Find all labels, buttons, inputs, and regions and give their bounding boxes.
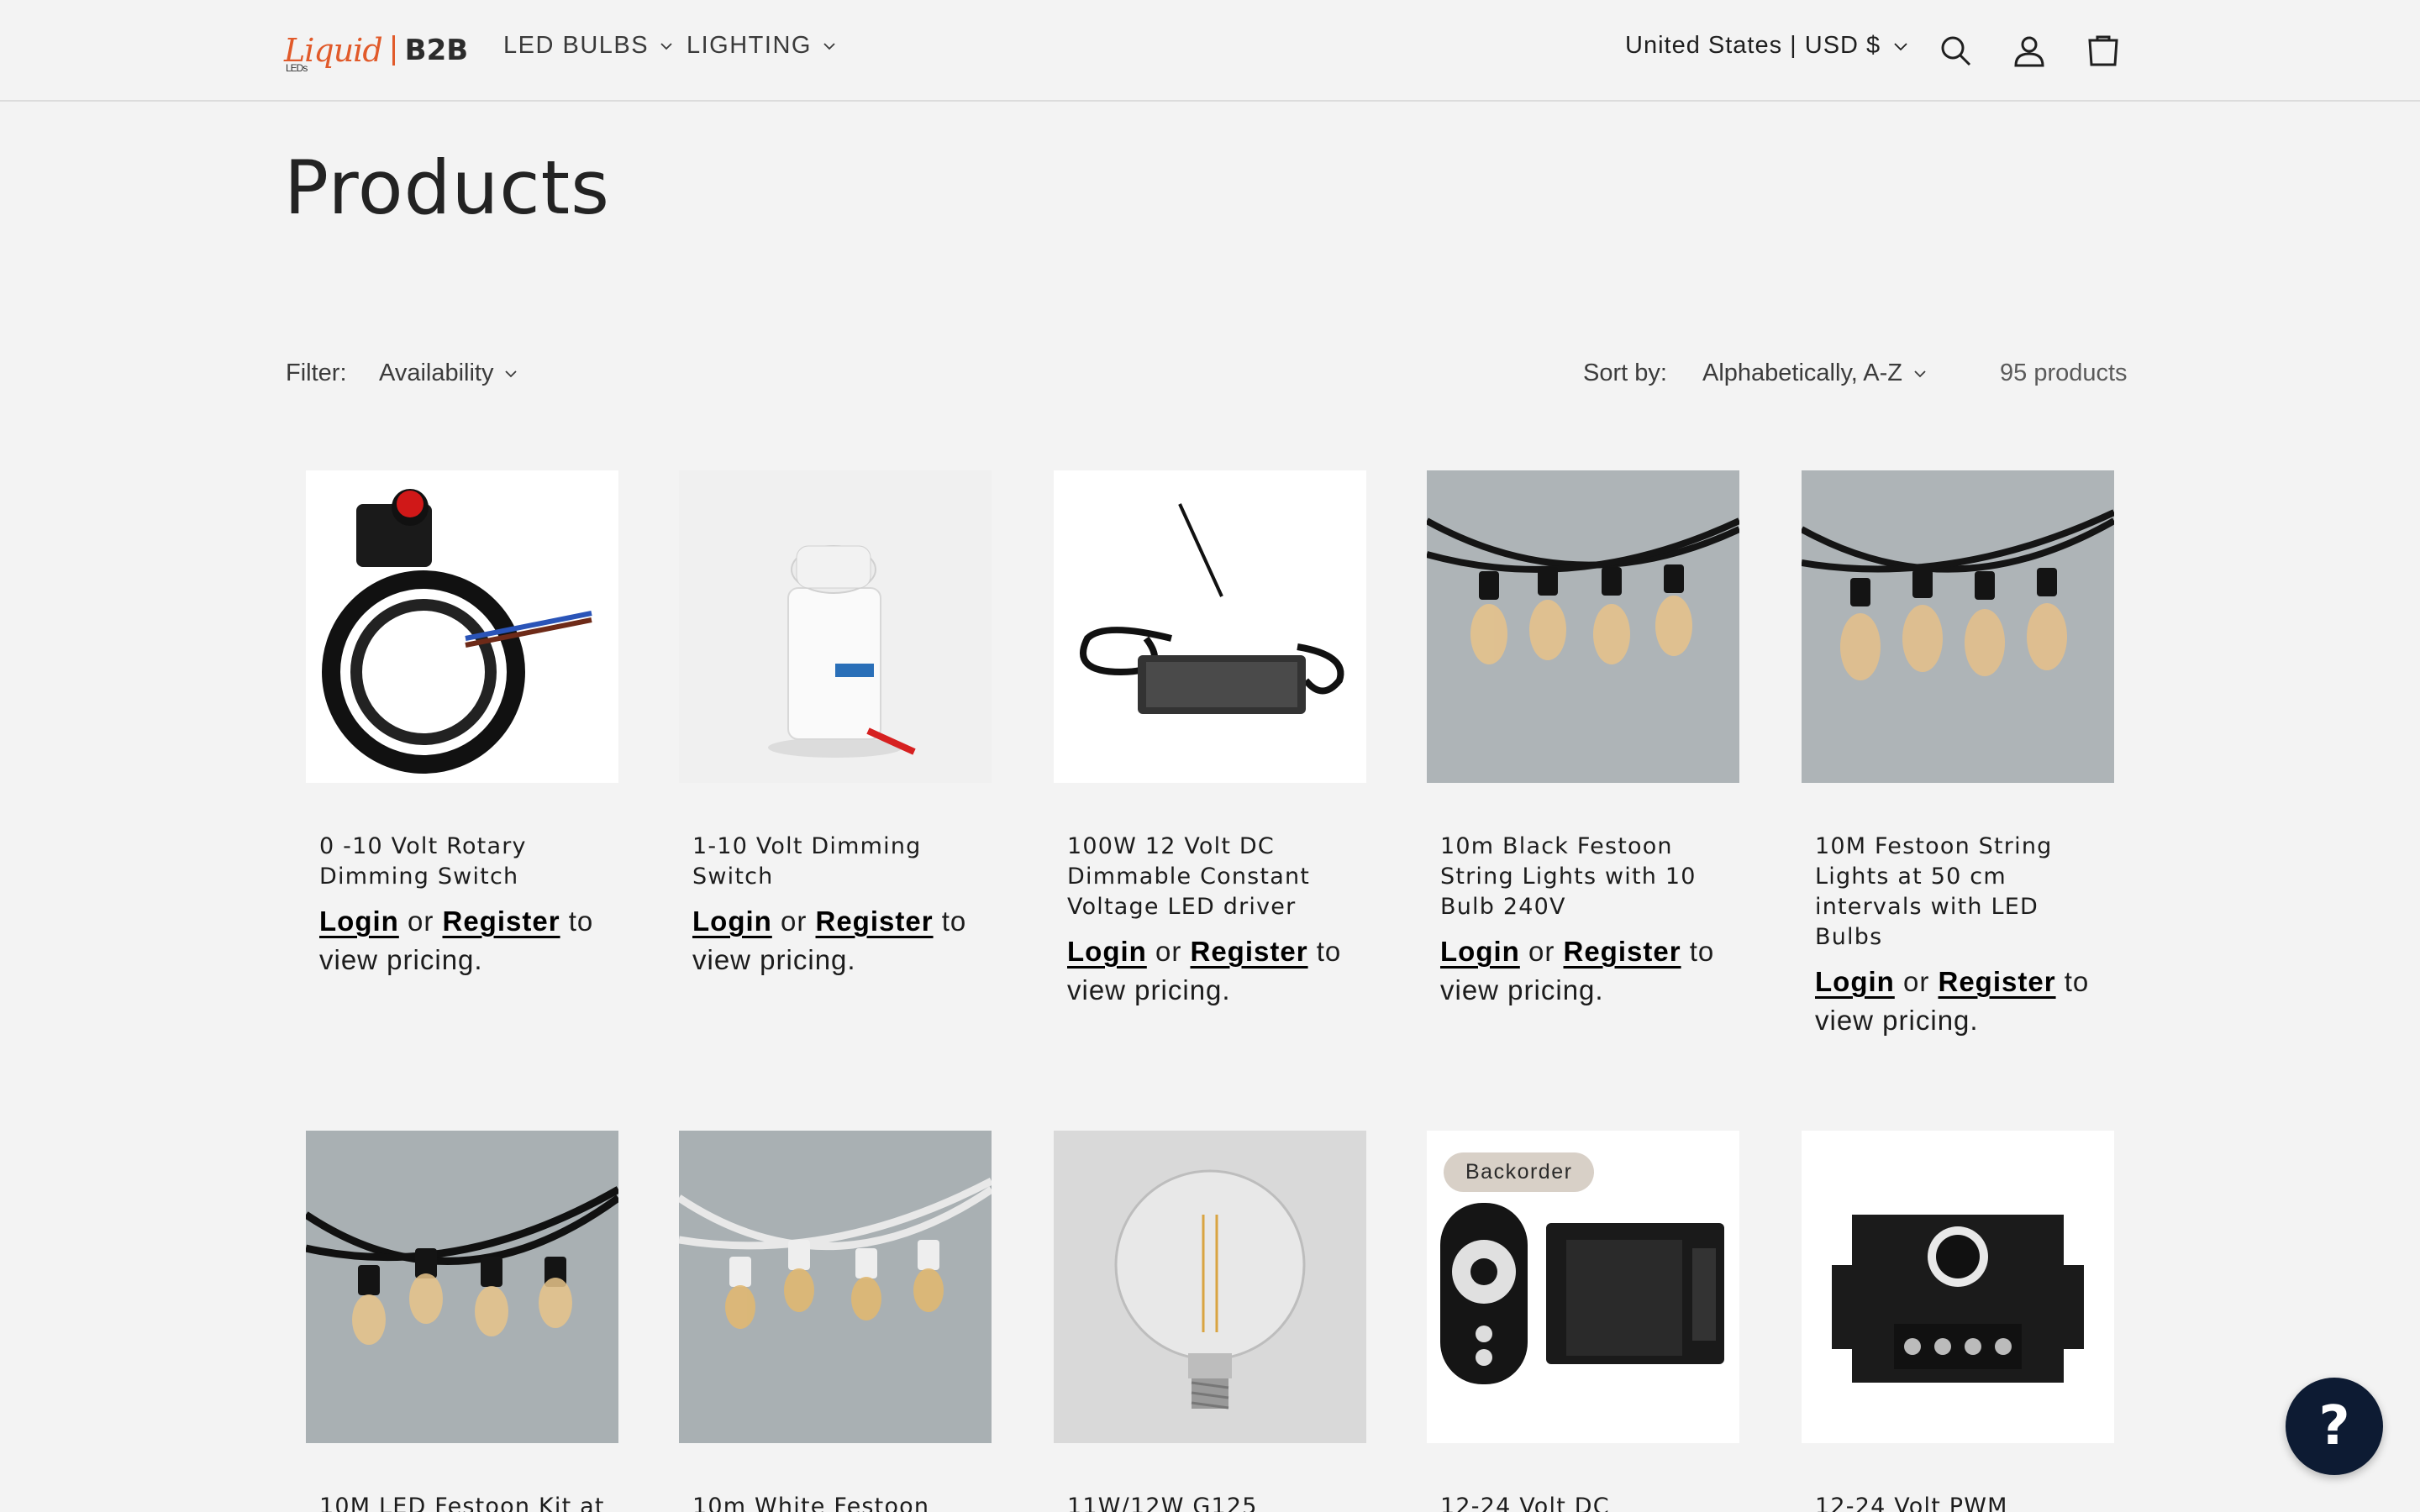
pricing-or: or	[771, 906, 816, 937]
product-title[interactable]: 100W 12 Volt DC Dimmable Constant Voltag…	[1067, 832, 1353, 922]
account-icon[interactable]	[2009, 30, 2049, 71]
pricing-or: or	[1894, 966, 1939, 997]
product-card[interactable]: 12-24 Volt PWM	[1802, 1131, 2114, 1512]
product-title[interactable]: 10M LED Festoon Kit at	[319, 1492, 605, 1512]
sort-select[interactable]: Alphabetically, A-Z	[1702, 360, 1926, 387]
product-title[interactable]: 12-24 Volt PWM	[1815, 1492, 2101, 1512]
register-link[interactable]: Register	[1939, 966, 2056, 997]
login-link[interactable]: Login	[1067, 936, 1147, 967]
product-image[interactable]	[306, 470, 618, 783]
register-link[interactable]: Register	[443, 906, 560, 937]
product-card[interactable]: 10M LED Festoon Kit at	[306, 1131, 618, 1512]
product-card[interactable]: 10m Black Festoon String Lights with 10 …	[1427, 470, 1739, 1010]
product-title[interactable]: 10m Black Festoon String Lights with 10 …	[1440, 832, 1726, 922]
register-link[interactable]: Register	[816, 906, 934, 937]
product-image[interactable]	[1802, 1131, 2114, 1443]
login-link[interactable]: Login	[319, 906, 399, 937]
chevron-down-icon	[660, 42, 672, 50]
nav-led-bulbs-label: LED BULBS	[503, 32, 650, 59]
product-image[interactable]	[1054, 1131, 1366, 1443]
chevron-down-icon	[505, 370, 518, 377]
country-currency-selector[interactable]: United States | USD $	[1625, 32, 1907, 60]
product-image[interactable]	[1427, 470, 1739, 783]
login-link[interactable]: Login	[1815, 966, 1895, 997]
product-title[interactable]: 10M Festoon String Lights at 50 cm inter…	[1815, 832, 2101, 953]
pricing-notice: Login or Register to view pricing.	[319, 902, 605, 979]
pricing-notice: Login or Register to view pricing.	[692, 902, 978, 979]
product-title[interactable]: 0 -10 Volt Rotary Dimming Switch	[319, 832, 605, 892]
pricing-or: or	[398, 906, 443, 937]
help-chat-button[interactable]: ?	[2286, 1378, 2383, 1475]
page-title: Products	[284, 144, 610, 231]
chevron-down-icon	[823, 42, 835, 50]
site-header: Liquid LEDs B2B LED BULBS LIGHTING United…	[0, 0, 2420, 102]
pricing-or: or	[1519, 936, 1564, 967]
pricing-notice: Login or Register to view pricing.	[1067, 932, 1353, 1010]
register-link[interactable]: Register	[1191, 936, 1308, 967]
logo-subtext: LEDs	[286, 62, 308, 74]
nav-lighting-label: LIGHTING	[687, 32, 812, 59]
login-link[interactable]: Login	[1440, 936, 1520, 967]
product-image[interactable]: Backorder	[1427, 1131, 1739, 1443]
product-title[interactable]: 10m White Festoon	[692, 1492, 978, 1512]
nav-led-bulbs[interactable]: LED BULBS	[503, 32, 672, 60]
availability-filter-label: Availability	[379, 360, 494, 386]
product-title[interactable]: 1-10 Volt Dimming Switch	[692, 832, 978, 892]
product-title[interactable]: 12-24 Volt DC Dimming	[1440, 1492, 1726, 1512]
pricing-or: or	[1146, 936, 1191, 967]
product-card[interactable]: 100W 12 Volt DC Dimmable Constant Voltag…	[1054, 470, 1366, 1010]
product-card[interactable]: 10m White Festoon	[679, 1131, 992, 1512]
product-image[interactable]	[1054, 470, 1366, 783]
locale-label: United States | USD $	[1625, 32, 1881, 59]
cart-icon[interactable]	[2083, 30, 2123, 71]
chevron-down-icon	[1894, 42, 1907, 50]
site-logo[interactable]: Liquid LEDs B2B	[284, 29, 469, 74]
status-badge: Backorder	[1444, 1152, 1595, 1192]
product-card[interactable]: 1-10 Volt Dimming Switch Login or Regist…	[679, 470, 992, 979]
product-title[interactable]: 11W/12W G125 Dimmable	[1067, 1492, 1353, 1512]
pricing-notice: Login or Register to view pricing.	[1815, 963, 2101, 1040]
product-image[interactable]	[1802, 470, 2114, 783]
availability-filter[interactable]: Availability	[379, 360, 518, 387]
product-count: 95 products	[2000, 360, 2128, 386]
logo-wordmark: Liquid LEDs	[284, 32, 383, 74]
logo-divider	[392, 35, 395, 66]
filter-label: Filter:	[286, 360, 347, 386]
login-link[interactable]: Login	[692, 906, 772, 937]
product-card[interactable]: 0 -10 Volt Rotary Dimming Switch Login o…	[306, 470, 618, 979]
register-link[interactable]: Register	[1564, 936, 1681, 967]
product-image[interactable]	[679, 470, 992, 783]
logo-b2b: B2B	[404, 34, 469, 67]
sort-value: Alphabetically, A-Z	[1702, 360, 1903, 386]
sort-label: Sort by:	[1583, 360, 1667, 386]
product-image[interactable]	[306, 1131, 618, 1443]
product-card[interactable]: 11W/12W G125 Dimmable	[1054, 1131, 1366, 1512]
nav-lighting[interactable]: LIGHTING	[687, 32, 835, 60]
chevron-down-icon	[1914, 370, 1926, 377]
product-card[interactable]: Backorder 12-24 Volt DC Dimming	[1427, 1131, 1739, 1512]
pricing-notice: Login or Register to view pricing.	[1440, 932, 1726, 1010]
product-image[interactable]	[679, 1131, 992, 1443]
product-card[interactable]: 10M Festoon String Lights at 50 cm inter…	[1802, 470, 2114, 1040]
search-icon[interactable]	[1935, 30, 1975, 71]
